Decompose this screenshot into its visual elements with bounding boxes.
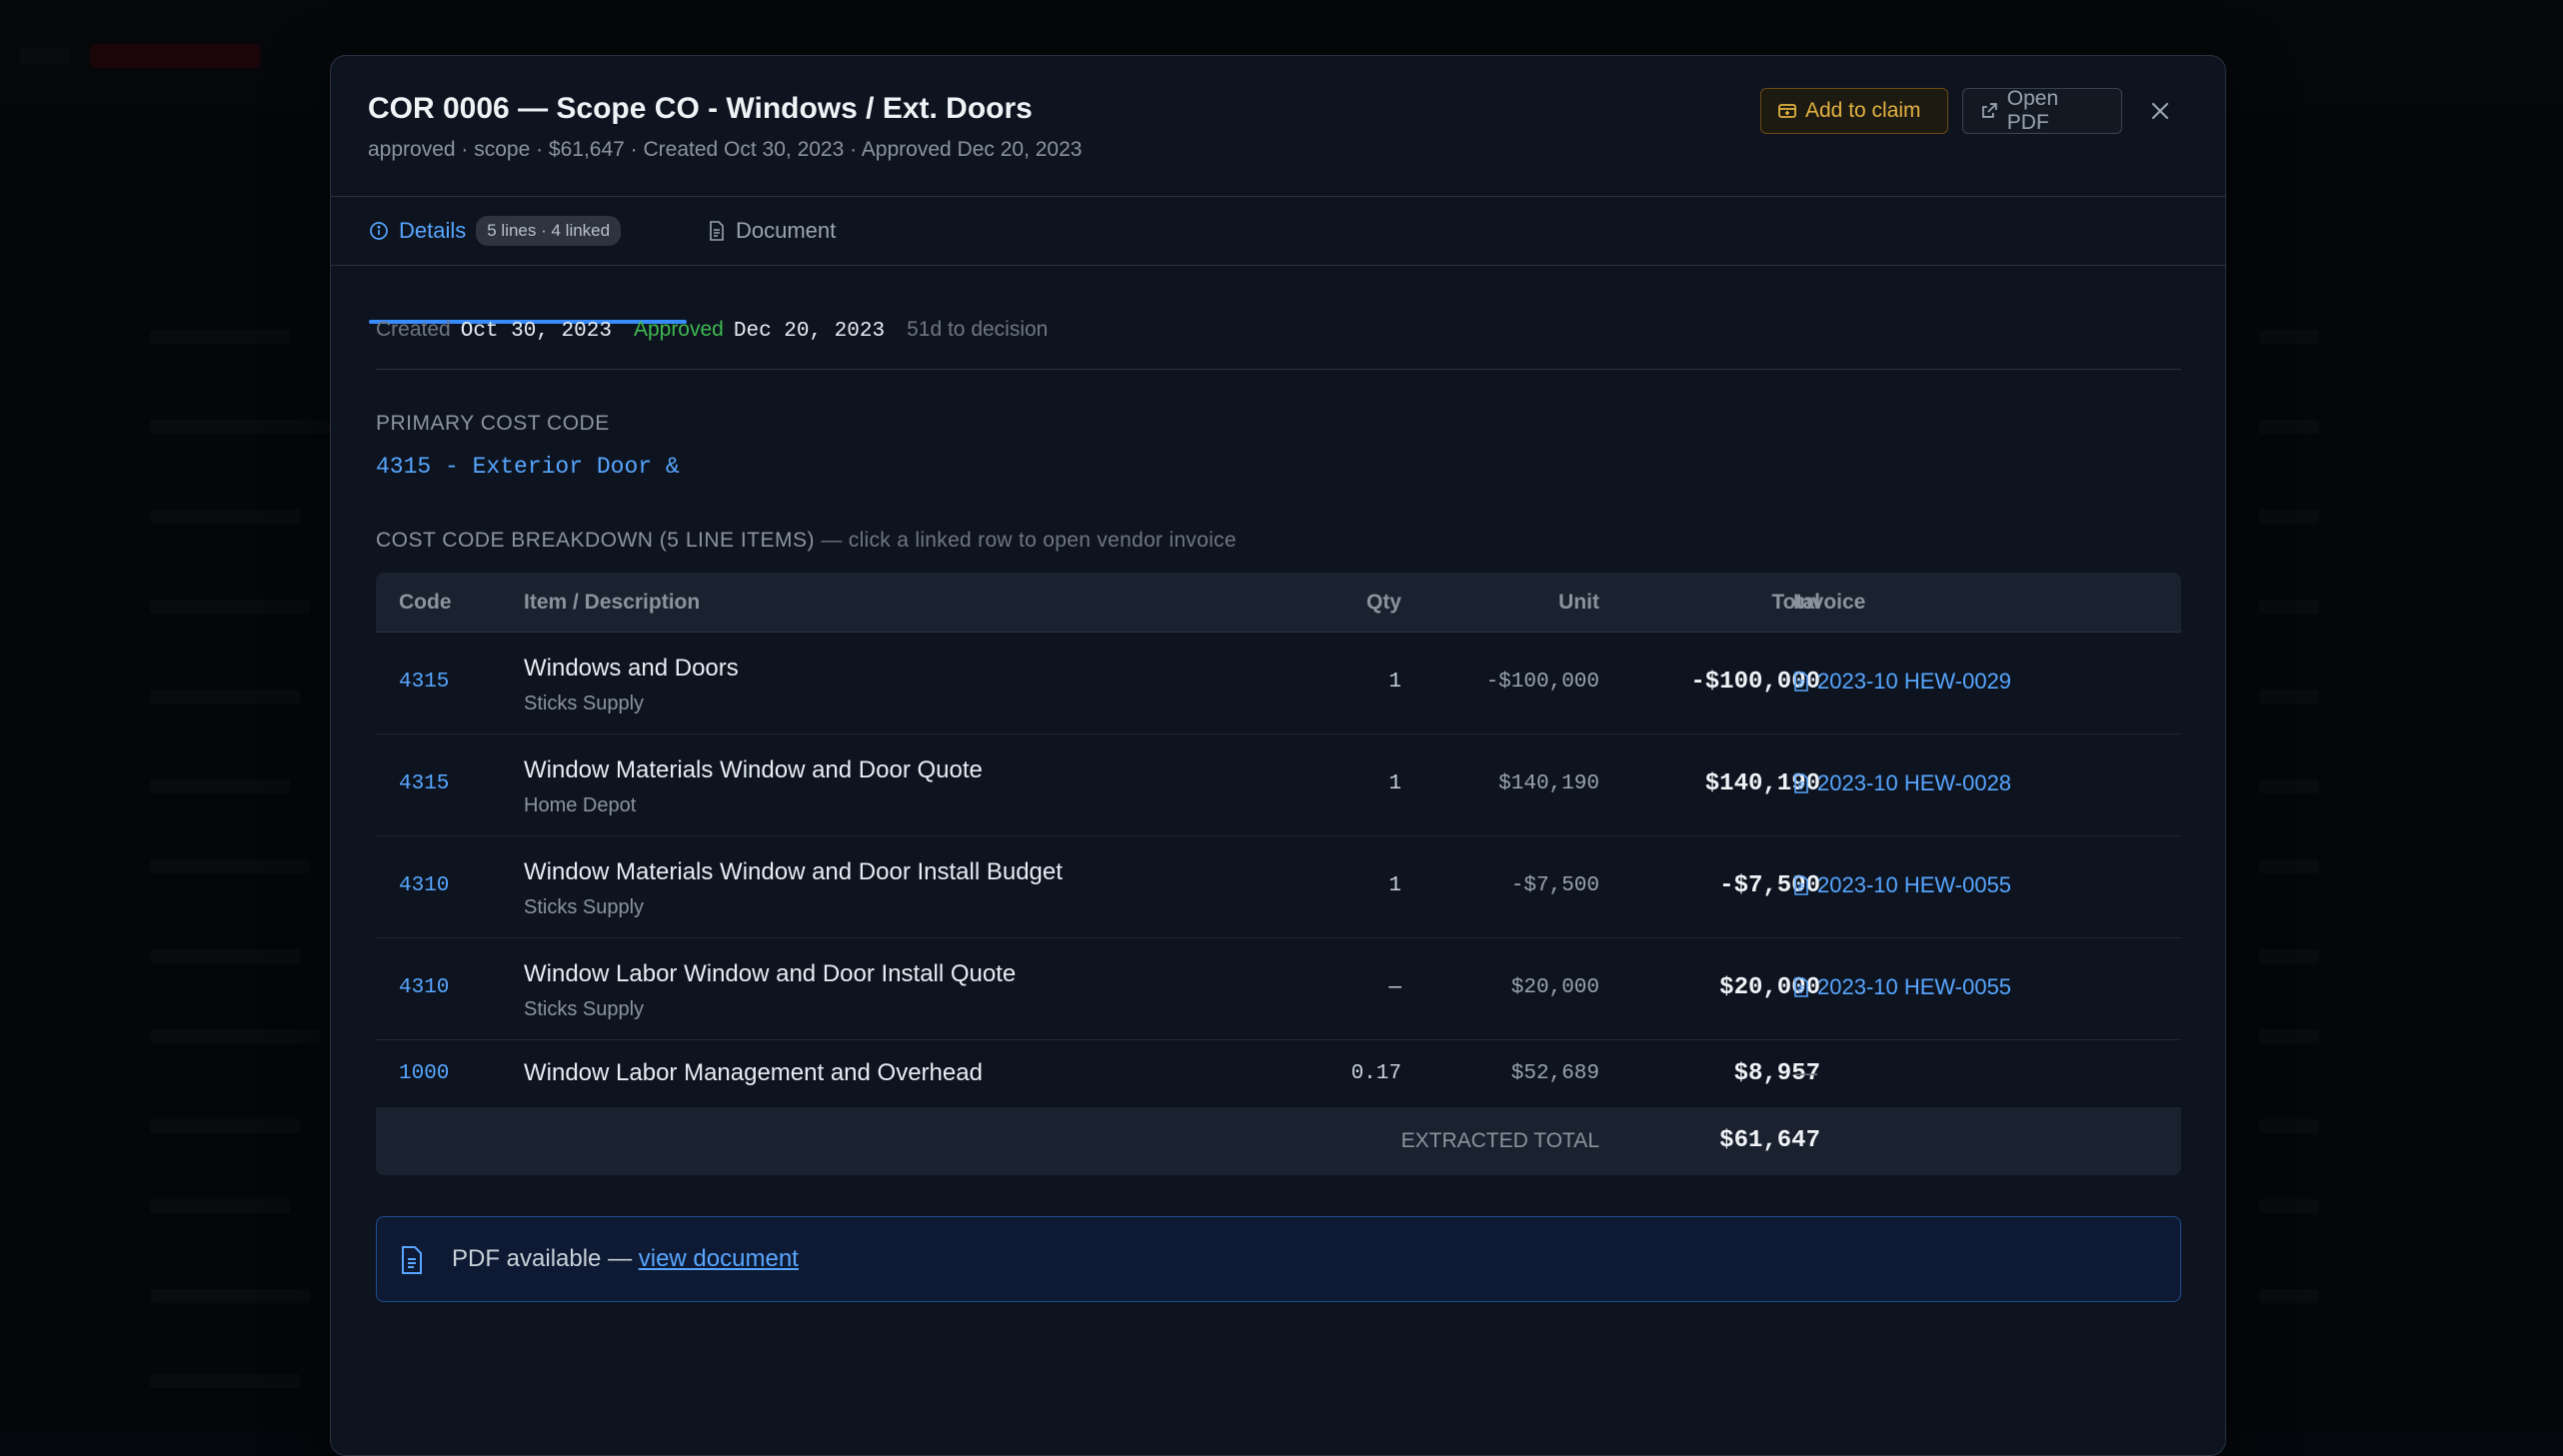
row-qty: 0.17 (1350, 1062, 1401, 1085)
row-item: Window Labor Management and Overhead (524, 1059, 983, 1086)
row-invoice-link[interactable]: 2023-10 HEW-0028 (1793, 770, 2011, 796)
row-invoice-link[interactable]: 2023-10 HEW-0055 (1793, 872, 2011, 898)
tab-details-badge: 5 lines · 4 linked (476, 216, 622, 246)
row-qty: 1 (1388, 671, 1401, 694)
header-item: Item / Description (524, 591, 701, 614)
table-row[interactable]: 4310 Window Labor Window and Door Instal… (376, 938, 2181, 1040)
primary-cost-code-link[interactable]: 4315 - Exterior Door & (376, 454, 680, 480)
tab-document-label: Document (736, 218, 837, 243)
pdf-available-text: PDF available — (452, 1245, 633, 1272)
close-icon (2151, 102, 2169, 120)
row-item: Window Labor Window and Door Install Quo… (524, 960, 1017, 987)
table-footer: EXTRACTED TOTAL $61,647 (376, 1107, 2181, 1175)
row-vendor: Sticks Supply (524, 896, 645, 918)
row-vendor: Sticks Supply (524, 693, 645, 715)
row-invoice-link[interactable]: 2023-10 HEW-0055 (1793, 974, 2011, 1000)
row-unit: -$7,500 (1510, 874, 1599, 897)
invoice-icon (1794, 875, 1808, 895)
breakdown-hint: — click a linked row to open vendor invo… (821, 529, 1237, 552)
table-row[interactable]: 4310 Window Materials Window and Door In… (376, 836, 2181, 938)
modal-title: COR 0006 — Scope CO - Windows / Ext. Doo… (368, 92, 1033, 125)
row-unit: -$100,000 (1485, 671, 1599, 694)
extracted-total-label: EXTRACTED TOTAL (1400, 1129, 1599, 1152)
header-unit: Unit (1558, 591, 1599, 614)
add-to-claim-label: Add to claim (1805, 99, 1921, 122)
row-code: 4310 (399, 874, 450, 897)
modal-tabs: Details 5 lines · 4 linked Document (331, 197, 2225, 266)
open-pdf-label: Open PDF (2006, 87, 2059, 134)
info-icon (370, 222, 388, 240)
row-invoice-number: 2023-10 HEW-0055 (1817, 974, 2012, 999)
header-qty: Qty (1365, 591, 1401, 614)
external-link-icon (1982, 103, 1997, 118)
extracted-total-value: $61,647 (1719, 1127, 1820, 1154)
change-order-modal: COR 0006 — Scope CO - Windows / Ext. Doo… (330, 55, 2226, 1456)
cost-breakdown-table: Code Item / Description Qty Unit Total I… (376, 573, 2181, 1175)
row-invoice-number: 2023-10 HEW-0029 (1817, 669, 2012, 694)
row-code: 1000 (399, 1062, 450, 1085)
approved-label: Approved (633, 318, 724, 341)
row-vendor: Home Depot (524, 794, 637, 816)
created-date: Oct 30, 2023 (460, 320, 612, 343)
row-unit: $20,000 (1510, 976, 1599, 999)
row-code: 4315 (399, 772, 450, 795)
header-invoice: Invoice (1793, 591, 1866, 614)
document-icon (710, 221, 724, 241)
breakdown-heading: COST CODE BREAKDOWN (5 LINE ITEMS) — cli… (376, 529, 1237, 553)
invoice-icon (1794, 773, 1808, 793)
table-row: 1000 Window Labor Management and Overhea… (376, 1040, 2181, 1106)
claim-icon (1778, 104, 1796, 118)
tab-details-label: Details (399, 218, 467, 243)
row-vendor: Sticks Supply (524, 998, 645, 1020)
date-summary: Created Oct 30, 2023 Approved Dec 20, 20… (376, 318, 1048, 343)
row-invoice-none: — (1795, 1060, 1817, 1085)
approved-date: Dec 20, 2023 (733, 320, 886, 343)
row-qty: — (1388, 976, 1401, 999)
modal-header: COR 0006 — Scope CO - Windows / Ext. Doo… (331, 56, 2225, 197)
open-pdf-button[interactable]: Open PDF (1962, 87, 2122, 134)
pdf-banner-text: PDF available — view document (452, 1245, 799, 1273)
row-item: Window Materials Window and Door Install… (524, 858, 1063, 885)
row-invoice-number: 2023-10 HEW-0055 (1817, 872, 2012, 897)
breakdown-label: COST CODE BREAKDOWN (5 LINE ITEMS) (376, 529, 815, 552)
pdf-available-banner: PDF available — view document (376, 1216, 2181, 1302)
tab-document[interactable]: Document (708, 197, 836, 265)
row-unit: $52,689 (1510, 1062, 1599, 1085)
invoice-icon (1794, 977, 1808, 997)
view-document-link[interactable]: view document (639, 1245, 799, 1272)
decision-duration: 51d to decision (907, 318, 1049, 341)
header-code: Code (399, 591, 452, 614)
tab-details[interactable]: Details 5 lines · 4 linked (369, 197, 643, 265)
row-qty: 1 (1388, 772, 1401, 795)
table-row[interactable]: 4315 Window Materials Window and Door Qu… (376, 734, 2181, 836)
close-button[interactable] (2143, 94, 2177, 128)
primary-cost-code-label: PRIMARY COST CODE (376, 412, 610, 435)
created-label: Created (376, 318, 451, 341)
row-unit: $140,190 (1498, 772, 1599, 795)
table-header: Code Item / Description Qty Unit Total I… (376, 573, 2181, 633)
modal-subtitle: approved · scope · $61,647 · Created Oct… (368, 138, 1083, 161)
invoice-icon (1794, 672, 1808, 692)
row-item: Window Materials Window and Door Quote (524, 756, 983, 783)
divider (376, 369, 2181, 370)
table-row[interactable]: 4315 Windows and Doors Sticks Supply 1 -… (376, 633, 2181, 734)
row-code: 4315 (399, 671, 450, 694)
row-item: Windows and Doors (524, 655, 739, 682)
row-code: 4310 (399, 976, 450, 999)
row-invoice-number: 2023-10 HEW-0028 (1817, 770, 2012, 795)
document-icon (402, 1246, 422, 1274)
add-to-claim-button[interactable]: Add to claim (1760, 88, 1948, 134)
row-invoice-link[interactable]: 2023-10 HEW-0029 (1793, 669, 2011, 695)
row-qty: 1 (1388, 874, 1401, 897)
